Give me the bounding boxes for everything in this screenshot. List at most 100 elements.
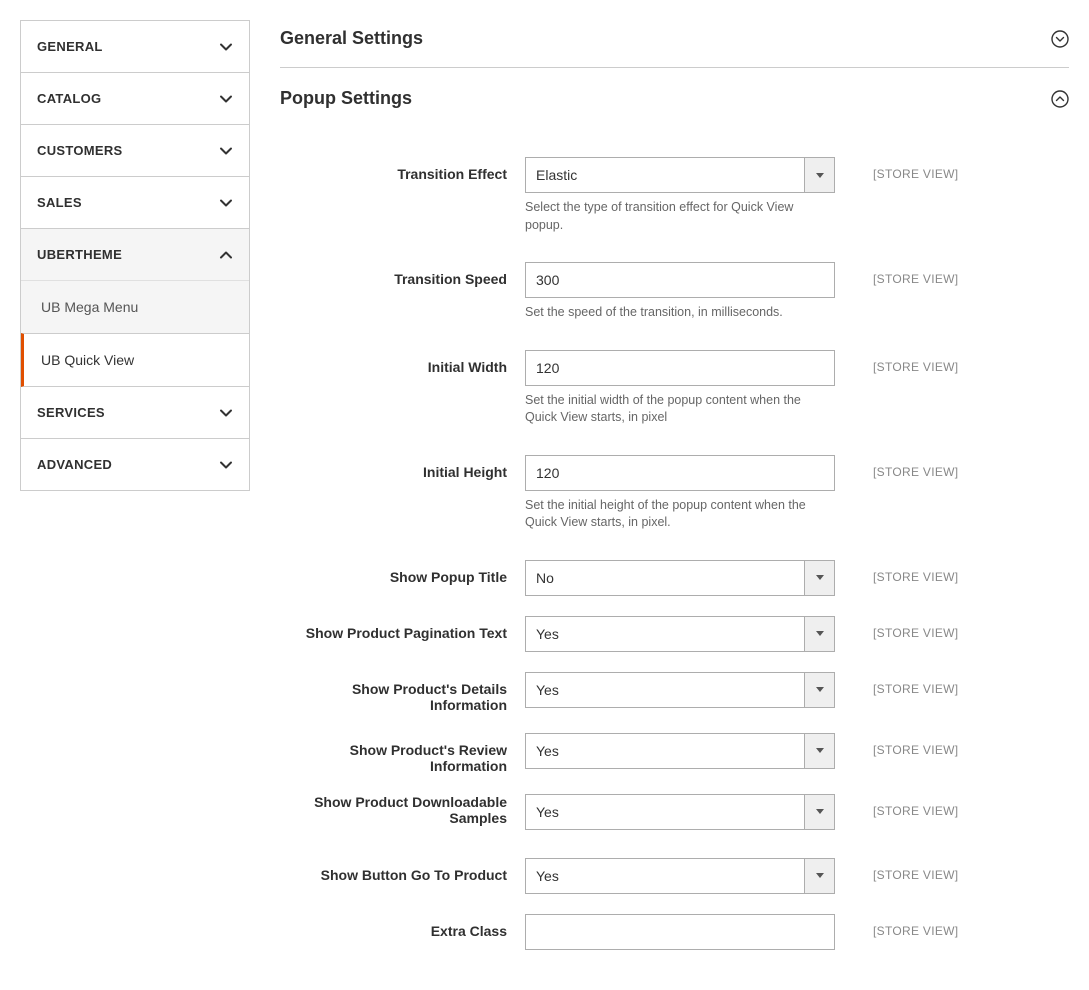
show-popup-title-select[interactable]: No [525, 560, 835, 596]
select-value: No [526, 561, 804, 595]
field-label: Show Product Downloadable Samples [280, 794, 525, 826]
field-initial-height: Initial Height Set the initial height of… [280, 455, 1069, 532]
triangle-down-icon [816, 687, 824, 692]
section-title: Popup Settings [280, 88, 412, 109]
field-label: Initial Height [280, 455, 525, 480]
dropdown-toggle[interactable] [804, 561, 834, 595]
section-general-settings[interactable]: General Settings [280, 20, 1069, 68]
sidebar-label: UBERTHEME [37, 247, 122, 262]
field-show-product-details: Show Product's Details Information Yes [… [280, 672, 1069, 713]
select-value: Yes [526, 617, 804, 651]
chevron-up-icon [219, 248, 233, 262]
show-product-pagination-text-select[interactable]: Yes [525, 616, 835, 652]
chevron-down-icon [219, 144, 233, 158]
sidebar-label: CATALOG [37, 91, 101, 106]
dropdown-toggle[interactable] [804, 158, 834, 192]
scope-label: [STORE VIEW] [835, 794, 958, 818]
field-show-product-downloadable: Show Product Downloadable Samples Yes [S… [280, 794, 1069, 830]
triangle-down-icon [816, 631, 824, 636]
select-value: Yes [526, 734, 804, 768]
sidebar-header-sales[interactable]: SALES [21, 177, 249, 228]
field-note: Select the type of transition effect for… [525, 199, 835, 234]
chevron-down-icon [219, 92, 233, 106]
field-show-product-pagination-text: Show Product Pagination Text Yes [STORE … [280, 616, 1069, 652]
scope-label: [STORE VIEW] [835, 914, 958, 938]
sidebar-item-ub-quick-view[interactable]: UB Quick View [21, 333, 249, 387]
scope-label: [STORE VIEW] [835, 455, 958, 479]
field-show-product-review: Show Product's Review Information Yes [S… [280, 733, 1069, 774]
sidebar-section-services: SERVICES [21, 387, 249, 439]
field-label: Transition Effect [280, 157, 525, 182]
sidebar-label: ADVANCED [37, 457, 112, 472]
sidebar-label: SALES [37, 195, 82, 210]
select-value: Yes [526, 795, 804, 829]
dropdown-toggle[interactable] [804, 859, 834, 893]
scope-label: [STORE VIEW] [835, 672, 958, 696]
scope-label: [STORE VIEW] [835, 733, 958, 757]
show-button-goto-product-select[interactable]: Yes [525, 858, 835, 894]
transition-speed-input[interactable] [525, 262, 835, 298]
dropdown-toggle[interactable] [804, 795, 834, 829]
sidebar-header-general[interactable]: GENERAL [21, 21, 249, 72]
main-content: General Settings Popup Settings Transiti… [280, 20, 1069, 970]
sidebar-label: GENERAL [37, 39, 103, 54]
triangle-down-icon [816, 173, 824, 178]
dropdown-toggle[interactable] [804, 617, 834, 651]
field-extra-class: Extra Class [STORE VIEW] [280, 914, 1069, 950]
triangle-down-icon [816, 748, 824, 753]
sidebar-section-ubertheme: UBERTHEME UB Mega Menu UB Quick View [21, 229, 249, 387]
sidebar-header-catalog[interactable]: CATALOG [21, 73, 249, 124]
show-product-review-select[interactable]: Yes [525, 733, 835, 769]
select-value: Yes [526, 673, 804, 707]
extra-class-input[interactable] [525, 914, 835, 950]
sidebar-item-label: UB Quick View [41, 352, 134, 368]
transition-effect-select[interactable]: Elastic [525, 157, 835, 193]
field-note: Set the initial width of the popup conte… [525, 392, 835, 427]
show-product-details-select[interactable]: Yes [525, 672, 835, 708]
sidebar-section-sales: SALES [21, 177, 249, 229]
show-product-downloadable-select[interactable]: Yes [525, 794, 835, 830]
section-title: General Settings [280, 28, 423, 49]
field-note: Set the speed of the transition, in mill… [525, 304, 835, 322]
select-value: Elastic [526, 158, 804, 192]
sidebar-section-catalog: CATALOG [21, 73, 249, 125]
scope-label: [STORE VIEW] [835, 262, 958, 286]
dropdown-toggle[interactable] [804, 734, 834, 768]
field-label: Extra Class [280, 914, 525, 939]
scope-label: [STORE VIEW] [835, 616, 958, 640]
sidebar-header-customers[interactable]: CUSTOMERS [21, 125, 249, 176]
popup-settings-form: Transition Effect Elastic Select the typ… [280, 157, 1069, 950]
scope-label: [STORE VIEW] [835, 350, 958, 374]
field-label: Show Product's Review Information [280, 733, 525, 774]
sidebar-section-advanced: ADVANCED [21, 439, 249, 491]
config-sidebar: GENERAL CATALOG CUSTOMERS [20, 20, 250, 491]
initial-width-input[interactable] [525, 350, 835, 386]
sidebar-header-ubertheme[interactable]: UBERTHEME [21, 229, 249, 280]
sidebar-item-ub-mega-menu[interactable]: UB Mega Menu [21, 280, 249, 333]
sidebar-label: CUSTOMERS [37, 143, 123, 158]
sidebar-header-services[interactable]: SERVICES [21, 387, 249, 438]
sidebar-header-advanced[interactable]: ADVANCED [21, 439, 249, 490]
sidebar-item-label: UB Mega Menu [41, 299, 138, 315]
initial-height-input[interactable] [525, 455, 835, 491]
sidebar-section-general: GENERAL [21, 21, 249, 73]
field-label: Show Product's Details Information [280, 672, 525, 713]
field-initial-width: Initial Width Set the initial width of t… [280, 350, 1069, 427]
sidebar-label: SERVICES [37, 405, 105, 420]
field-transition-speed: Transition Speed Set the speed of the tr… [280, 262, 1069, 322]
expand-icon [1051, 30, 1069, 48]
triangle-down-icon [816, 809, 824, 814]
section-popup-settings[interactable]: Popup Settings [280, 76, 1069, 127]
chevron-down-icon [219, 458, 233, 472]
field-show-popup-title: Show Popup Title No [STORE VIEW] [280, 560, 1069, 596]
field-label: Show Button Go To Product [280, 858, 525, 883]
dropdown-toggle[interactable] [804, 673, 834, 707]
field-label: Initial Width [280, 350, 525, 375]
field-note: Set the initial height of the popup cont… [525, 497, 835, 532]
sidebar-submenu: UB Mega Menu UB Quick View [21, 280, 249, 387]
scope-label: [STORE VIEW] [835, 157, 958, 181]
triangle-down-icon [816, 575, 824, 580]
sidebar-section-customers: CUSTOMERS [21, 125, 249, 177]
collapse-icon [1051, 90, 1069, 108]
scope-label: [STORE VIEW] [835, 858, 958, 882]
